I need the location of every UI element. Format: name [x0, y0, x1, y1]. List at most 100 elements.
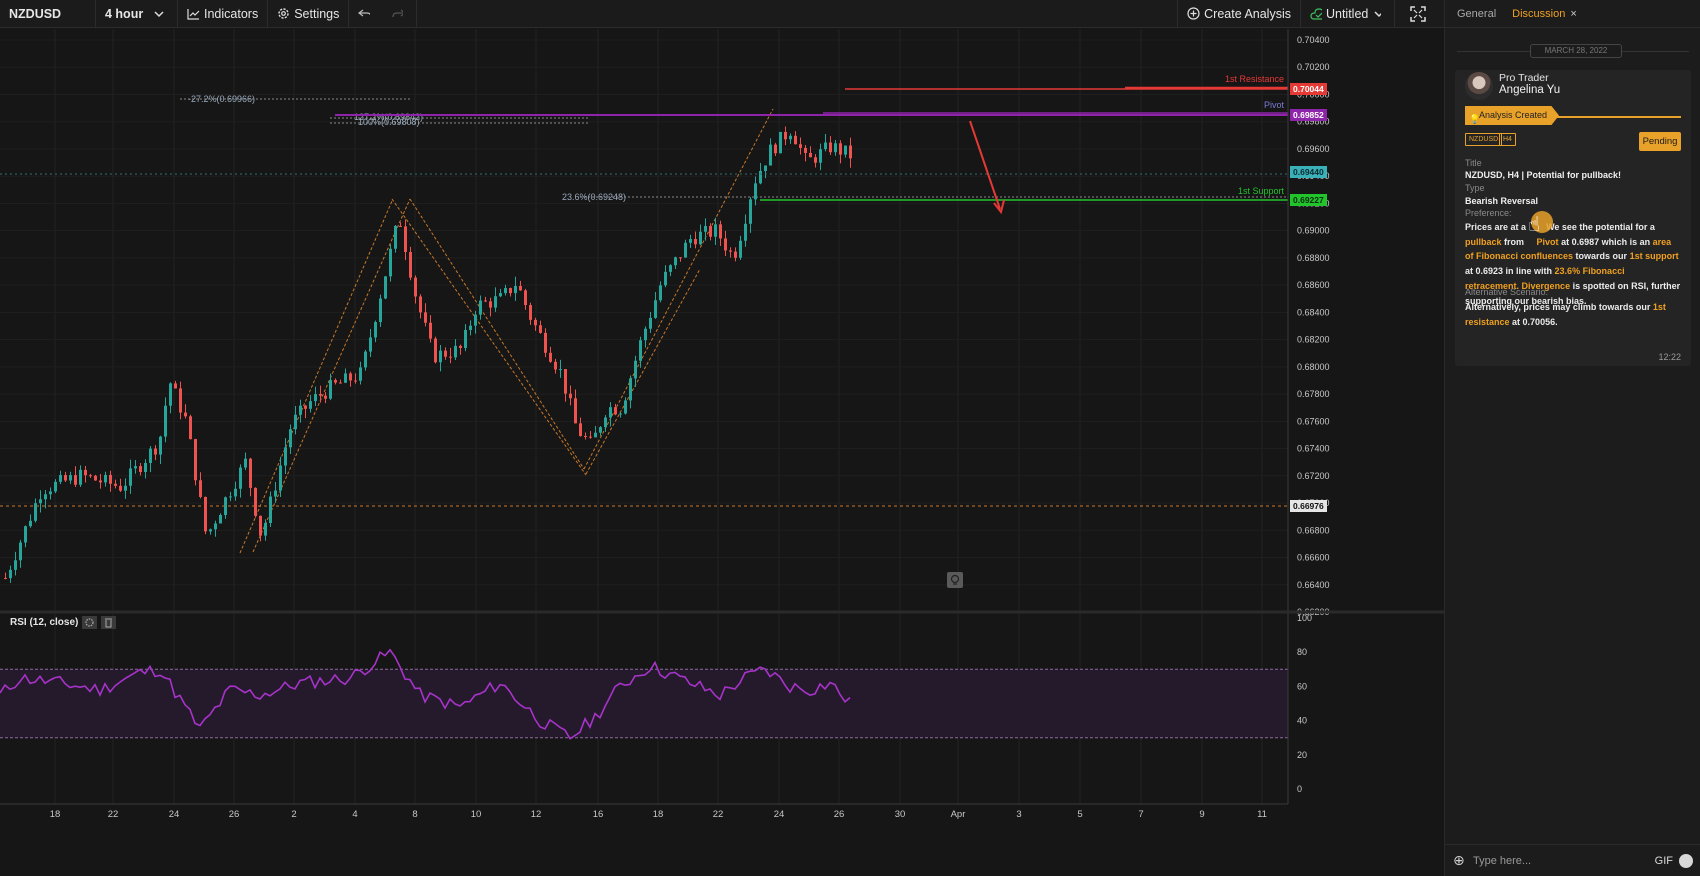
create-analysis-button[interactable]: Create Analysis: [1177, 0, 1300, 28]
body-text: Alternatively, prices may climb towards …: [1465, 302, 1651, 312]
candle-body: [109, 474, 112, 484]
candle-body: [729, 250, 732, 252]
candle-body: [649, 317, 652, 329]
candle-body: [69, 475, 72, 481]
date-tick-label: 4: [352, 809, 357, 820]
message-input[interactable]: [1473, 854, 1633, 867]
current-price-tag: 0.69440: [1293, 167, 1324, 177]
rsi-settings-button[interactable]: [82, 616, 97, 629]
candle-body: [614, 407, 617, 415]
author-role: Pro Trader: [1499, 72, 1549, 84]
candle-body: [524, 290, 527, 306]
preference-label: Preference:: [1465, 208, 1512, 218]
lightbulb-marker-icon[interactable]: [947, 572, 963, 588]
date-tick-label: 8: [412, 809, 417, 820]
settings-button[interactable]: Settings: [268, 0, 350, 28]
candle-body: [824, 142, 827, 150]
chart-area[interactable]: -27.2%(0.69966) 127.2%(0.69842) 100%(0.698…: [0, 29, 1444, 876]
candle-body: [34, 503, 37, 521]
candle-body: [644, 328, 647, 341]
price-axis[interactable]: 0.704000.702000.700000.698000.696000.694…: [1287, 29, 1444, 876]
date-tick-label: 5: [1077, 809, 1082, 820]
project-name: Untitled: [1325, 6, 1369, 21]
candle-body: [314, 394, 317, 402]
date-tick-label: 12: [531, 809, 542, 820]
date-tick-label: 22: [108, 809, 119, 820]
chevron-down-icon: [1374, 10, 1381, 17]
close-icon[interactable]: ×: [1570, 8, 1576, 20]
candle-body: [744, 223, 747, 241]
candle-body: [419, 296, 422, 313]
indicators-button[interactable]: Indicators: [178, 0, 269, 28]
date-tick-label: 24: [774, 809, 785, 820]
body-text: at 0.70056.: [1512, 316, 1558, 327]
candle-body: [414, 277, 417, 297]
candle-body: [844, 145, 847, 155]
price-tick-label: 0.66800: [1297, 525, 1330, 535]
redo-button[interactable]: [383, 0, 418, 28]
gear-icon: [278, 8, 289, 19]
candle-body: [539, 325, 542, 333]
candle-body: [624, 400, 627, 414]
price-chart[interactable]: -27.2%(0.69966)127.2%(0.69842)100%(0.698…: [0, 29, 1444, 876]
candle-body: [534, 319, 537, 326]
candle-body: [784, 131, 787, 140]
candle-body: [799, 144, 802, 148]
candle-body: [139, 466, 142, 473]
gif-button[interactable]: GIF: [1655, 855, 1673, 867]
highlight-text: pullback: [1465, 236, 1502, 247]
price-tick-label: 0.66400: [1297, 580, 1330, 590]
candle-body: [249, 458, 252, 488]
crosshair-price-tag: 0.66976: [1293, 501, 1324, 511]
candle-body: [74, 475, 77, 485]
symbol-tag: NZDUSD: [1465, 133, 1503, 146]
undo-button[interactable]: [349, 0, 383, 28]
price-tick-label: 0.68400: [1297, 307, 1330, 317]
message-input-bar: ⊕ GIF: [1445, 844, 1700, 876]
symbol-selector[interactable]: NZDUSD: [0, 0, 96, 28]
rsi-tick-label: 80: [1297, 647, 1307, 657]
candle-body: [354, 380, 357, 382]
rsi-band: [0, 669, 1288, 738]
candle-body: [424, 312, 427, 323]
project-selector[interactable]: Untitled: [1300, 0, 1394, 28]
timeframe-selector[interactable]: 4 hour: [96, 0, 178, 28]
candle-body: [99, 480, 102, 483]
candle-body: [144, 462, 147, 473]
status-badge[interactable]: Pending: [1639, 132, 1681, 151]
candle-body: [544, 332, 547, 353]
candle-body: [469, 325, 472, 330]
candle-body: [839, 143, 842, 155]
candle-body: [479, 300, 482, 315]
tab-discussion[interactable]: Discussion ×: [1512, 8, 1577, 20]
price-tick-label: 0.68200: [1297, 335, 1330, 345]
alternative-body: Alternatively, prices may climb towards …: [1465, 300, 1681, 329]
date-tick-label: 26: [834, 809, 845, 820]
fib-label-100: 100%(0.69808): [358, 117, 420, 127]
candle-body: [579, 423, 582, 436]
candle-body: [274, 490, 277, 497]
fullscreen-button[interactable]: [1394, 0, 1444, 28]
price-tick-label: 0.68600: [1297, 280, 1330, 290]
candle-body: [19, 542, 22, 561]
plus-icon[interactable]: ⊕: [1453, 852, 1469, 869]
highlight-text: 1st support: [1629, 251, 1679, 262]
price-tick-label: 0.67600: [1297, 416, 1330, 426]
emoji-icon[interactable]: [1679, 853, 1693, 868]
candle-body: [394, 225, 397, 249]
candle-body: [699, 231, 702, 245]
candle-body: [119, 485, 122, 491]
candle-body: [374, 322, 377, 338]
price-tick-label: 0.70400: [1297, 35, 1330, 45]
avatar[interactable]: [1465, 72, 1493, 100]
date-tick-label: 18: [50, 809, 61, 820]
tab-general[interactable]: General: [1457, 8, 1496, 20]
date-tick-label: 7: [1138, 809, 1143, 820]
date-tick-label: 18: [653, 809, 664, 820]
support-price-tag: 0.69227: [1293, 195, 1324, 205]
price-tick-label: 0.68000: [1297, 362, 1330, 372]
candle-body: [569, 393, 572, 399]
candle-body: [634, 360, 637, 379]
candle-body: [234, 488, 237, 497]
banner-label: Analysis Created: [1479, 110, 1548, 120]
